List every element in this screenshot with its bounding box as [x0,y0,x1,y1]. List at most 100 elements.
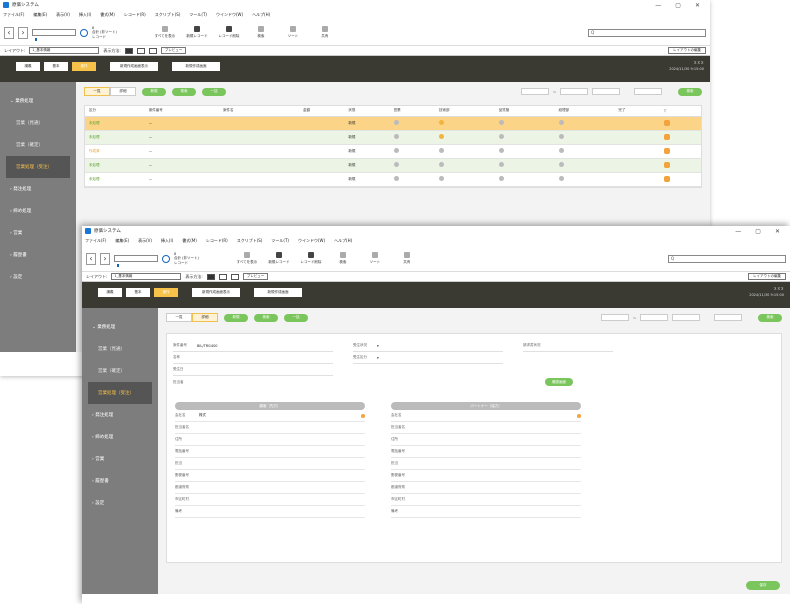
new-screen-display-button[interactable]: 新規作成画面表示 [110,62,158,71]
sidebar-item-closing[interactable]: › 締め処理 [0,200,76,222]
lookup-icon[interactable] [577,413,581,418]
detail-toggle[interactable]: 詳細 [192,313,218,322]
filter-input-2[interactable] [714,314,742,321]
filter-input-2[interactable] [634,88,662,95]
menu-window[interactable]: ウインドウ(W) [216,12,243,18]
filter-input-1[interactable] [592,88,620,95]
maximize-button[interactable]: ▢ [675,2,681,9]
menu-help[interactable]: ヘルプ(H) [334,238,352,244]
edit-icon[interactable] [663,133,670,140]
close-button[interactable]: ✕ [695,2,700,9]
tab-basic[interactable]: 基本 [126,288,150,297]
record-number-field[interactable] [32,29,76,41]
menu-edit[interactable]: 編集(E) [115,238,129,244]
column-header[interactable]: 技術部 [435,106,495,117]
menu-edit[interactable]: 編集(E) [33,12,47,18]
share-button[interactable]: 共有 [311,26,339,39]
sidebar-item-sales-forecast[interactable]: 営業（見通） [88,338,152,360]
maximize-button[interactable]: ▢ [755,228,761,235]
save-button[interactable]: 保存 [746,581,780,590]
sidebar-item-sales-confirmed[interactable]: 営業（確定） [88,360,152,382]
sidebar-item-purchase[interactable]: › 発注処理 [82,404,158,426]
date-from-input[interactable] [520,88,549,95]
edit-icon[interactable] [663,161,670,168]
find-button[interactable]: 検索 [247,26,275,39]
cell-action[interactable] [659,130,701,145]
table-view-button[interactable] [148,47,157,54]
sidebar-item-history[interactable]: › 履歴書 [0,244,76,266]
menu-format[interactable]: 書式(M) [182,238,197,244]
date-to-input[interactable] [640,314,668,321]
edit-icon[interactable] [663,175,670,182]
list-toggle[interactable]: 一覧 [84,87,110,96]
new-screen-button[interactable]: 新規作成画面 [254,288,302,297]
sidebar-item-order-processing[interactable]: 営業処理（受注） [6,156,70,178]
search-button[interactable]: 検索 [254,313,278,322]
new-button[interactable]: 新規 [142,87,166,96]
menu-file[interactable]: ファイル(F) [3,12,24,18]
company-value[interactable]: 株式 [199,413,206,418]
tab-lecture[interactable]: 講義 [16,62,40,71]
detail-toggle[interactable]: 詳細 [110,87,136,96]
new-screen-display-button[interactable]: 新規作成画面表示 [192,288,240,297]
close-button[interactable]: ✕ [775,228,780,235]
column-header[interactable]: 状態 [344,106,390,117]
next-record-button[interactable]: › [100,252,110,265]
sidebar-item-closing[interactable]: › 締め処理 [82,426,158,448]
batch-button[interactable]: 一括 [202,87,226,96]
menu-format[interactable]: 書式(M) [100,12,115,18]
record-number-field[interactable] [114,255,158,267]
sidebar-item-sales-forecast[interactable]: 営業（見通） [6,112,70,134]
tab-operation[interactable]: 操作 [72,62,96,71]
minimize-button[interactable]: — [655,2,661,9]
layout-select[interactable]: 1_基本情報 [29,47,100,54]
column-header[interactable]: 案件名 [218,106,299,117]
sidebar-item-sales[interactable]: › 営業 [0,222,76,244]
next-record-button[interactable]: › [18,26,28,39]
run-search-button[interactable]: 検索 [758,313,782,322]
menu-tools[interactable]: ツール(T) [271,238,289,244]
menu-scripts[interactable]: スクリプト(S) [155,12,181,18]
preview-button[interactable]: プレビュー [160,47,187,54]
menu-records[interactable]: レコード(R) [124,12,146,18]
menu-view[interactable]: 表示(V) [138,238,152,244]
sidebar-item-sales-confirmed[interactable]: 営業（確定） [6,134,70,156]
table-row[interactable]: 作成済 — 新規 [85,144,701,159]
table-row[interactable]: 未処理 — 新規 [85,130,701,145]
list-toggle[interactable]: 一覧 [166,313,192,322]
confirm-screen-button[interactable]: 確認画面 [545,378,573,386]
menu-insert[interactable]: 挿入(I) [161,238,173,244]
cell-action[interactable] [659,116,701,131]
edit-icon[interactable] [663,147,670,154]
record-slider[interactable] [117,264,119,267]
delete-record-button[interactable]: レコード削除 [297,252,325,265]
find-button[interactable]: 検索 [329,252,357,265]
table-row[interactable]: 未処理 — 新規 [85,158,701,173]
filter-input-1[interactable] [672,314,700,321]
sidebar-item-settings[interactable]: › 設定 [0,266,76,288]
record-slider[interactable] [35,38,37,41]
edit-layout-button[interactable]: レイアウトの編集 [748,273,786,280]
search-button[interactable]: 検索 [172,87,196,96]
sidebar-item-settings[interactable]: › 設定 [82,492,158,514]
tab-operation[interactable]: 操作 [154,288,178,297]
field-value[interactable]: BIL/TRG400 [197,344,218,348]
list-view-button[interactable] [136,47,145,54]
tab-basic[interactable]: 基本 [44,62,68,71]
column-header[interactable]: 品質管 [494,106,555,117]
dropdown-icon[interactable]: ▾ [377,344,379,348]
sidebar-item-sales[interactable]: › 営業 [82,448,158,470]
sidebar-item-business[interactable]: ⌄ 業務処理 [0,90,76,112]
menu-records[interactable]: レコード(R) [206,238,228,244]
cell-action[interactable] [659,172,701,187]
menu-help[interactable]: ヘルプ(H) [252,12,270,18]
menu-tools[interactable]: ツール(T) [189,12,207,18]
column-header[interactable]: 経理部 [554,106,615,117]
preview-button[interactable]: プレビュー [242,273,269,280]
table-row[interactable]: 未処理 — 新規 [85,172,701,187]
date-from-input[interactable] [600,314,629,321]
quick-find-input[interactable]: Q [588,28,706,37]
minimize-button[interactable]: — [735,228,741,235]
table-view-button[interactable] [230,273,239,280]
sidebar-item-purchase[interactable]: › 発注処理 [0,178,76,200]
